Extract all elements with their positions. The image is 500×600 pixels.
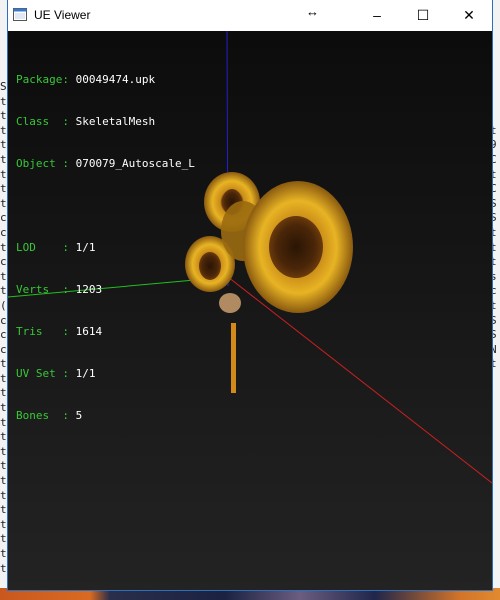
info-row-class: Class : SkeletalMesh	[16, 115, 195, 129]
info-row-tris: Tris : 1614	[16, 325, 195, 339]
console-text-left: S t t t t t t t t c c t c t t ( c c c t …	[0, 80, 7, 575]
info-label: Bones :	[16, 409, 76, 422]
ue-viewer-window: UE Viewer ↔ – ☐ ✕ Package: 00049474.upk …	[8, 0, 492, 590]
info-row-object: Object : 070079_Autoscale_L	[16, 157, 195, 171]
info-value: 1614	[75, 325, 103, 338]
info-label: Class :	[16, 115, 76, 128]
move-cursor-icon: ↔	[306, 4, 319, 19]
info-value: SkeletalMesh	[75, 115, 156, 128]
info-row-uvset: UV Set : 1/1	[16, 367, 195, 381]
info-label: Object :	[16, 157, 76, 170]
window-title: UE Viewer	[34, 8, 91, 22]
info-row-lod: LOD : 1/1	[16, 241, 195, 255]
info-label: LOD :	[16, 241, 76, 254]
vase	[219, 293, 241, 313]
maximize-button[interactable]: ☐	[400, 0, 446, 31]
close-button[interactable]: ✕	[446, 0, 492, 31]
app-icon	[13, 8, 27, 21]
info-label: Package:	[16, 73, 76, 86]
title-bar[interactable]: UE Viewer ↔ – ☐ ✕	[8, 0, 492, 31]
info-value: 070079_Autoscale_L	[75, 157, 195, 170]
axis-x-line	[227, 276, 492, 484]
info-row-verts: Verts : 1203	[16, 283, 195, 297]
info-row-package: Package: 00049474.upk	[16, 73, 195, 87]
info-label: Tris :	[16, 325, 76, 338]
info-value: 00049474.upk	[75, 73, 156, 86]
info-label: Verts :	[16, 283, 76, 296]
stem	[231, 323, 236, 393]
minimize-button[interactable]: –	[354, 0, 400, 31]
info-value: 1/1	[75, 241, 96, 254]
info-value: 1/1	[75, 367, 96, 380]
info-value: 1203	[75, 283, 103, 296]
mesh-info-overlay: Package: 00049474.upk Class : SkeletalMe…	[16, 45, 195, 451]
info-value: 5	[75, 409, 83, 422]
3d-viewport[interactable]: Package: 00049474.upk Class : SkeletalMe…	[8, 31, 492, 590]
info-label: UV Set :	[16, 367, 76, 380]
info-row-bones: Bones : 5	[16, 409, 195, 423]
